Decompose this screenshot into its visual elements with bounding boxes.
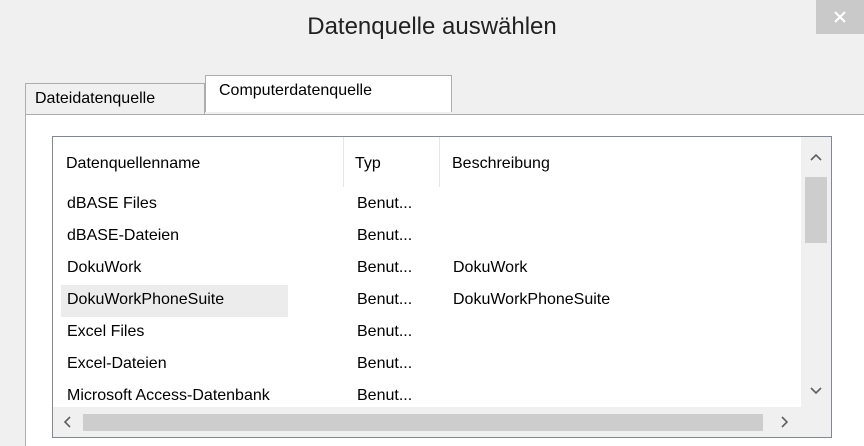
list-row[interactable]: DokuWork Benut... DokuWork xyxy=(53,253,803,285)
row-type: Benut... xyxy=(357,355,413,372)
tab-computerdatenquelle[interactable]: Computerdatenquelle xyxy=(205,75,452,112)
close-button[interactable] xyxy=(816,0,864,34)
row-description: DokuWorkPhoneSuite xyxy=(453,291,611,308)
chevron-left-icon xyxy=(63,416,71,428)
row-type: Benut... xyxy=(357,323,413,340)
row-name: dBASE-Dateien xyxy=(67,227,180,244)
row-name: DokuWorkPhoneSuite xyxy=(67,291,225,308)
row-name: dBASE Files xyxy=(67,195,157,212)
list-row[interactable]: Excel-Dateien Benut... xyxy=(53,349,803,381)
close-icon xyxy=(834,11,846,23)
vertical-scrollbar[interactable] xyxy=(801,137,831,409)
list-row-hovered[interactable]: DokuWorkPhoneSuite Benut... DokuWorkPhon… xyxy=(53,285,803,317)
tab-dateidatenquelle[interactable]: Dateidatenquelle xyxy=(25,83,205,115)
row-type: Benut... xyxy=(357,227,413,244)
title-bar: Datenquelle auswählen xyxy=(0,0,864,64)
horizontal-scroll-thumb[interactable] xyxy=(83,414,763,431)
horizontal-scrollbar[interactable] xyxy=(53,407,803,437)
row-type: Benut... xyxy=(357,195,413,212)
row-type: Benut... xyxy=(357,259,413,276)
list-row[interactable]: Excel Files Benut... xyxy=(53,317,803,349)
row-type: Benut... xyxy=(357,387,413,404)
column-divider[interactable] xyxy=(343,137,344,187)
list-row[interactable]: dBASE Files Benut... xyxy=(53,189,803,221)
list-row[interactable]: dBASE-Dateien Benut... xyxy=(53,221,803,253)
chevron-up-icon xyxy=(810,153,822,161)
scrollbar-corner xyxy=(801,407,831,437)
scroll-left-button[interactable] xyxy=(53,407,83,437)
row-name: Excel-Dateien xyxy=(67,355,167,372)
row-name: Microsoft Access-Datenbank xyxy=(67,387,270,404)
row-name: Excel Files xyxy=(67,323,145,340)
row-type: Benut... xyxy=(357,291,413,308)
scroll-up-button[interactable] xyxy=(801,143,831,173)
data-source-list[interactable]: Datenquellenname Typ Beschreibung dBASE … xyxy=(52,136,832,438)
chevron-down-icon xyxy=(810,387,822,395)
scroll-right-button[interactable] xyxy=(769,407,799,437)
column-header-name[interactable]: Datenquellenname xyxy=(66,155,200,173)
column-header-description[interactable]: Beschreibung xyxy=(452,155,550,173)
column-divider[interactable] xyxy=(439,137,440,187)
vertical-scroll-thumb[interactable] xyxy=(805,177,827,243)
list-header: Datenquellenname Typ Beschreibung xyxy=(53,137,803,187)
row-description: DokuWork xyxy=(453,259,528,276)
row-name: DokuWork xyxy=(67,259,142,276)
chevron-right-icon xyxy=(781,416,789,428)
scroll-down-button[interactable] xyxy=(801,375,831,405)
column-header-type[interactable]: Typ xyxy=(355,155,381,173)
window-title: Datenquelle auswählen xyxy=(307,13,557,40)
